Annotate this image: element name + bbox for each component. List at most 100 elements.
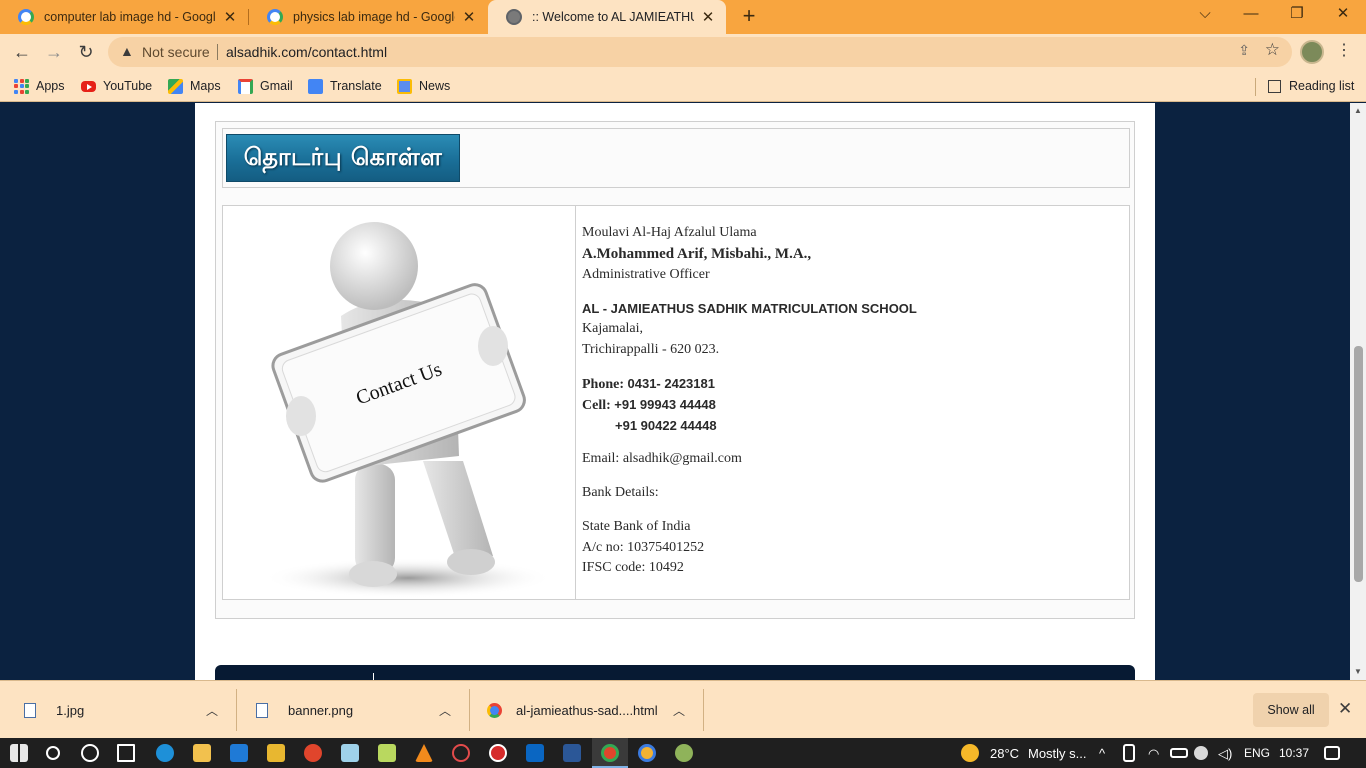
bookmark-apps[interactable]: Apps [14, 77, 65, 95]
bookmark-maps[interactable]: Maps [168, 77, 221, 95]
bookmark-label: Maps [190, 79, 221, 93]
reading-list-button[interactable]: Reading list [1268, 77, 1354, 95]
chrome-profile-icon[interactable] [638, 744, 656, 762]
text-cursor [373, 673, 374, 680]
scrollbar-thumb[interactable] [1354, 346, 1363, 582]
download-filename: al-jamieathus-sad....html [516, 702, 658, 718]
reload-button[interactable]: ↻ [72, 38, 100, 66]
download-item-1[interactable]: 1.jpg ︿ [24, 691, 224, 729]
maps-icon [168, 78, 183, 94]
forward-button[interactable]: → [40, 38, 68, 66]
start-icon[interactable] [10, 744, 28, 762]
contact-frame: தொடர்பு கொள்ள Contact Us Moulavi Al-Haj … [215, 121, 1135, 619]
bookmark-star-icon[interactable]: ☆ [1265, 40, 1280, 60]
weather-icon[interactable] [961, 744, 979, 762]
phone-label: Phone: [582, 377, 624, 392]
bookmark-youtube[interactable]: YouTube [81, 77, 152, 95]
contact-us-figure: Contact Us [263, 222, 553, 598]
task-view-icon[interactable] [117, 744, 135, 762]
notes-icon[interactable] [378, 744, 396, 762]
settings-app-icon[interactable] [452, 744, 470, 762]
ifsc-code: IFSC code: 10492 [582, 560, 684, 575]
tool-app-icon[interactable] [675, 744, 693, 762]
battery-icon[interactable] [1170, 748, 1188, 758]
word-icon[interactable] [563, 744, 581, 762]
new-tab-button[interactable]: + [736, 4, 762, 30]
store-icon[interactable] [193, 744, 211, 762]
bookmark-translate[interactable]: Translate [308, 77, 382, 95]
tray-chevron-icon[interactable]: ^ [1099, 746, 1105, 761]
tab-welcome[interactable]: :: Welcome to AL JAMIEATHUS SA ✕ [488, 0, 726, 34]
record-icon[interactable] [489, 744, 507, 762]
edge-icon[interactable] [156, 744, 174, 762]
scroll-up-arrow-icon[interactable]: ▲ [1350, 103, 1366, 119]
bookmark-news[interactable]: News [397, 77, 450, 95]
chevron-up-icon[interactable]: ︿ [206, 702, 218, 719]
weather-temperature[interactable]: 28°C [990, 746, 1019, 761]
weather-condition[interactable]: Mostly s... [1028, 746, 1087, 761]
share-icon[interactable]: ⇪ [1238, 42, 1250, 59]
email-line: Email: alsadhik@gmail.com [582, 451, 742, 466]
address-divider [217, 44, 218, 60]
clock[interactable]: 10:37 [1279, 746, 1309, 760]
chrome-active-icon[interactable] [601, 744, 619, 762]
phone-number: 0431- 2423181 [627, 376, 715, 391]
download-filename: 1.jpg [56, 702, 85, 718]
download-item-2[interactable]: banner.png ︿ [256, 691, 456, 729]
tab-search-button[interactable]: ⌵ [1182, 0, 1228, 30]
warning-icon[interactable]: ▲ [120, 43, 134, 59]
chrome-icon[interactable] [304, 744, 322, 762]
search-icon[interactable] [46, 746, 60, 760]
chevron-up-icon[interactable]: ︿ [673, 702, 685, 719]
contact-role: Administrative Officer [582, 267, 710, 282]
show-all-button[interactable]: Show all [1253, 693, 1329, 727]
download-item-3[interactable]: al-jamieathus-sad....html ︿ [487, 691, 697, 729]
chevron-up-icon[interactable]: ︿ [439, 702, 451, 719]
address-bar[interactable]: ▲ Not secure alsadhik.com/contact.html ⇪… [108, 37, 1292, 67]
url-text[interactable]: alsadhik.com/contact.html [226, 44, 387, 60]
image-file-icon [256, 702, 268, 718]
close-downloads-icon[interactable]: ✕ [1338, 699, 1352, 719]
file-explorer-icon[interactable] [267, 744, 285, 762]
news-icon [397, 78, 412, 94]
contact-name: A.Mohammed Arif, Misbahi., M.A., [582, 246, 812, 262]
contact-title-line: Moulavi Al-Haj Afzalul Ulama [582, 225, 757, 240]
back-button[interactable]: ← [8, 38, 36, 66]
security-label[interactable]: Not secure [142, 44, 210, 60]
cortana-icon[interactable] [81, 744, 99, 762]
minimize-button[interactable]: — [1228, 0, 1274, 30]
notepad-icon[interactable] [341, 744, 359, 762]
language-indicator[interactable]: ENG [1244, 746, 1270, 760]
tab-physics-lab[interactable]: physics lab image hd - Google Se ✕ [249, 0, 487, 34]
bookmark-label: Apps [36, 79, 65, 93]
cell-number-1: +91 99943 44448 [614, 397, 716, 412]
page-scrollbar[interactable]: ▲ ▼ [1350, 103, 1366, 680]
wifi-icon[interactable]: ◠ [1148, 746, 1159, 762]
bookmarks-bar: Apps YouTube Maps Gmail Translate News R… [0, 70, 1366, 102]
left-leg [355, 464, 395, 574]
vlc-icon[interactable] [415, 744, 433, 762]
tab-computer-lab[interactable]: computer lab image hd - Google ✕ [0, 0, 248, 34]
downloads-bar: 1.jpg ︿ banner.png ︿ al-jamieathus-sad..… [0, 680, 1366, 738]
profile-avatar[interactable] [1300, 40, 1324, 64]
close-tab-icon[interactable]: ✕ [222, 8, 238, 26]
device-icon[interactable] [1123, 744, 1135, 762]
notifications-icon[interactable] [1324, 746, 1340, 760]
close-tab-icon[interactable]: ✕ [461, 8, 477, 26]
google-icon [267, 9, 283, 25]
close-tab-icon[interactable]: ✕ [700, 8, 716, 26]
scroll-down-arrow-icon[interactable]: ▼ [1350, 664, 1366, 680]
bookmark-gmail[interactable]: Gmail [238, 77, 293, 95]
menu-kebab-icon[interactable]: ⋮ [1336, 40, 1352, 60]
cell-number-2: +91 90422 44448 [615, 418, 717, 433]
network-error-icon[interactable] [1194, 746, 1208, 760]
mail-icon[interactable] [230, 744, 248, 762]
bookmark-label: News [419, 79, 451, 93]
close-window-button[interactable]: ✕ [1320, 0, 1366, 30]
restore-button[interactable]: ❐ [1274, 0, 1320, 30]
cell-row: Cell: +91 99943 44448 [582, 397, 716, 414]
gmail-icon [238, 78, 253, 94]
linkedin-icon[interactable] [526, 744, 544, 762]
download-separator [236, 689, 237, 731]
volume-icon[interactable]: ◁) [1218, 746, 1232, 762]
